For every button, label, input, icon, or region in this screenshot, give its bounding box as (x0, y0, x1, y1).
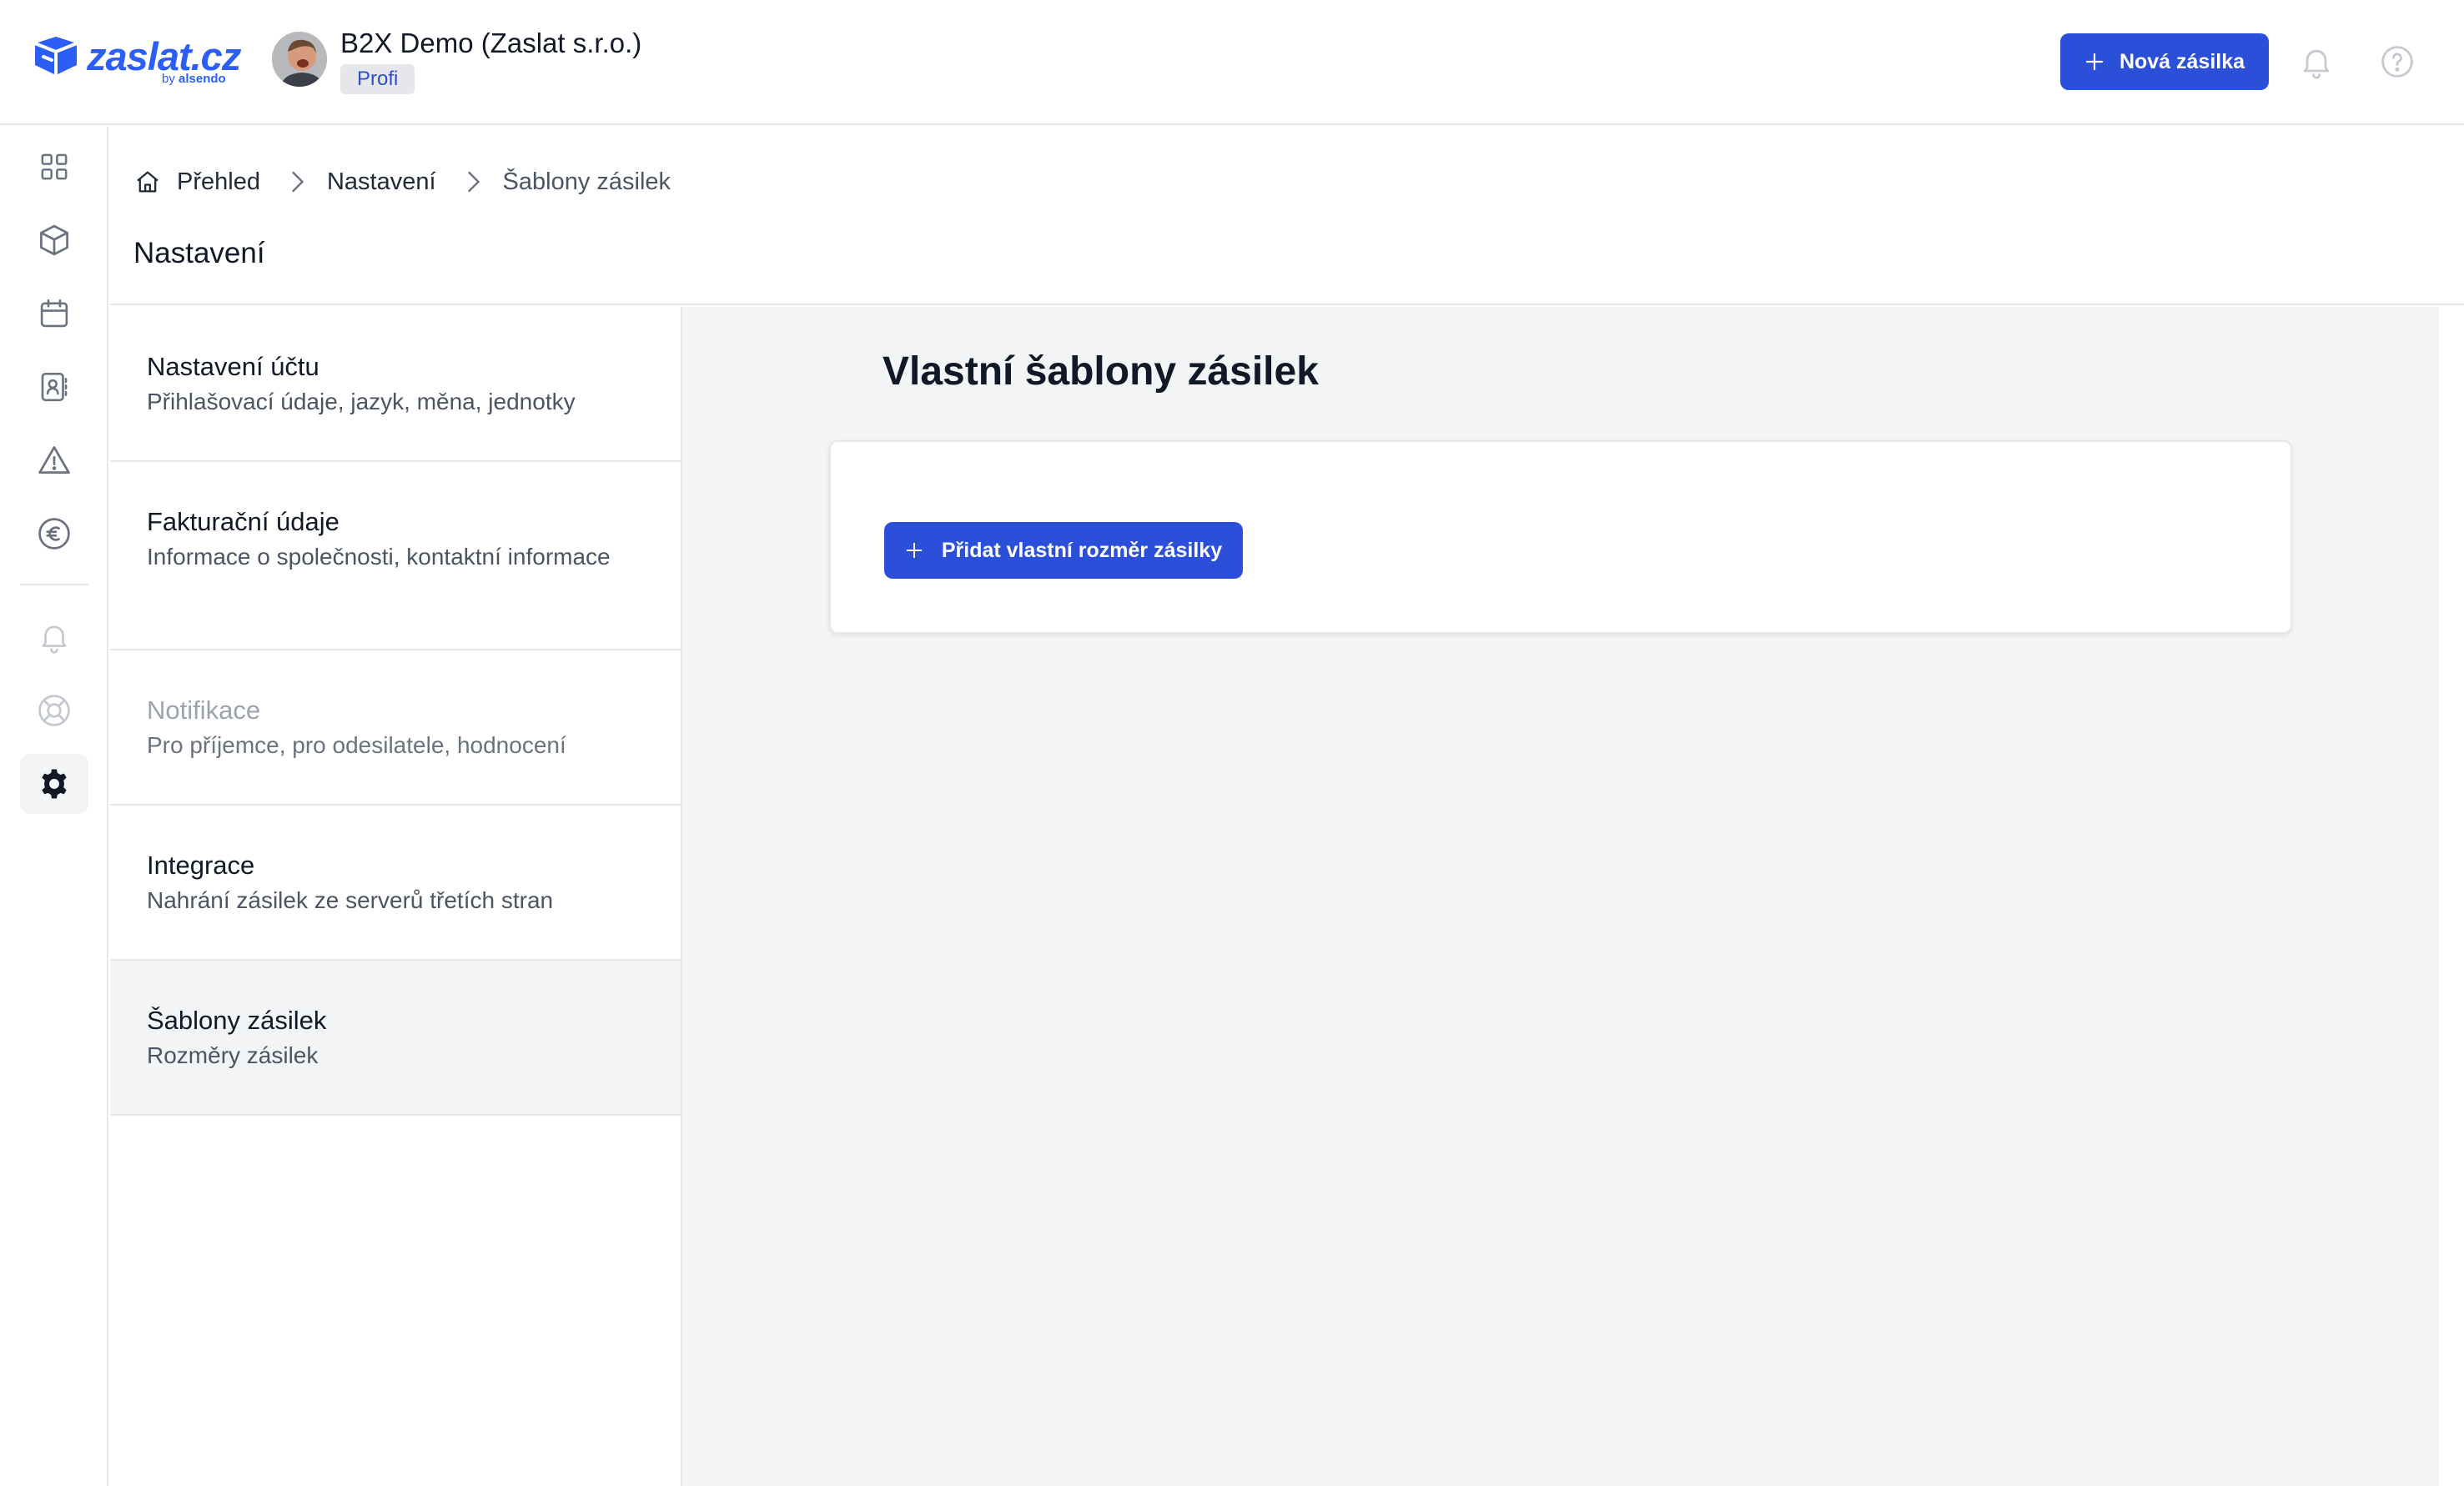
menu-item-title: Nastavení účtu (147, 352, 319, 381)
chevron-right-icon (289, 169, 307, 194)
menu-item-title: Notifikace (147, 695, 261, 725)
calendar-icon[interactable] (20, 284, 88, 344)
new-shipment-label: Nová zásilka (2119, 49, 2245, 73)
content-title: Vlastní šablony zásilek (883, 349, 1319, 394)
page-title: Nastavení (133, 237, 265, 269)
address-book-icon[interactable] (20, 357, 88, 417)
company-name[interactable]: B2X Demo (Zaslat s.r.o.) (340, 27, 641, 60)
bell-icon[interactable] (20, 607, 88, 667)
menu-item-integrations[interactable]: Integrace Nahrání zásilek ze serverů tře… (110, 806, 681, 961)
menu-item-notifications[interactable]: Notifikace Pro příjemce, pro odesilatele… (110, 650, 681, 806)
bell-icon[interactable] (2298, 43, 2335, 80)
breadcrumb-current: Šablony zásilek (502, 168, 671, 195)
templates-card: Přidat vlastní rozměr zásilky (829, 440, 2292, 634)
chevron-right-icon (465, 169, 483, 194)
dashboard-grid-icon[interactable] (20, 137, 88, 197)
logo-byline: by alsendo (162, 72, 226, 86)
menu-item-title: Šablony zásilek (147, 1006, 327, 1035)
page-header: Přehled Nastavení Šablony zásilek Nastav… (110, 127, 2464, 305)
home-icon[interactable] (133, 168, 162, 196)
logo-by-text: by (162, 72, 175, 86)
left-nav-rail (0, 127, 108, 1486)
menu-item-description: Nahrání zásilek ze serverů třetích stran (147, 887, 554, 913)
package-icon[interactable] (20, 210, 88, 270)
menu-item-shipment-templates[interactable]: Šablony zásilek Rozměry zásilek (110, 961, 681, 1116)
zaslat-logo[interactable]: zaslat.cz by alsendo (32, 34, 241, 87)
avatar-photo (272, 32, 327, 87)
logo-partner-text: alsendo (179, 72, 226, 86)
rail-divider (20, 584, 88, 585)
settings-menu: Nastavení účtu Přihlašovací údaje, jazyk… (110, 307, 682, 1486)
breadcrumb-settings[interactable]: Nastavení (327, 168, 436, 196)
menu-item-description: Rozměry zásilek (147, 1042, 319, 1068)
menu-item-billing-details[interactable]: Fakturační údaje Informace o společnosti… (110, 462, 681, 650)
add-custom-size-label: Přidat vlastní rozměr zásilky (941, 538, 1223, 562)
menu-item-description: Přihlašovací údaje, jazyk, měna, jednotk… (147, 389, 576, 414)
euro-icon[interactable] (20, 504, 88, 564)
menu-item-account-settings[interactable]: Nastavení účtu Přihlašovací údaje, jazyk… (110, 307, 681, 462)
menu-item-description: Pro příjemce, pro odesilatele, hodnocení (147, 732, 566, 758)
breadcrumb-home[interactable]: Přehled (177, 168, 260, 196)
help-icon[interactable] (2379, 43, 2416, 80)
plus-icon (2085, 53, 2104, 71)
menu-item-title: Fakturační údaje (147, 507, 339, 536)
settings-gear-icon[interactable] (20, 754, 88, 814)
content-area: Vlastní šablony zásilek Přidat vlastní r… (682, 307, 2439, 1486)
plan-badge: Profi (340, 64, 415, 94)
breadcrumb: Přehled Nastavení Šablony zásilek (133, 163, 671, 200)
plus-icon (906, 542, 923, 559)
warning-icon[interactable] (20, 430, 88, 490)
scrollbar-track[interactable] (2439, 307, 2464, 1486)
menu-item-title: Integrace (147, 851, 255, 880)
new-shipment-button[interactable]: Nová zásilka (2060, 33, 2269, 90)
support-lifebuoy-icon[interactable] (20, 680, 88, 740)
top-bar: zaslat.cz by alsendo B2X Demo (Zaslat s.… (0, 0, 2464, 125)
avatar[interactable] (272, 32, 327, 87)
logo-box-icon (34, 37, 78, 75)
add-custom-size-button[interactable]: Přidat vlastní rozměr zásilky (884, 522, 1243, 579)
menu-item-description: Informace o společnosti, kontaktní infor… (147, 544, 611, 570)
